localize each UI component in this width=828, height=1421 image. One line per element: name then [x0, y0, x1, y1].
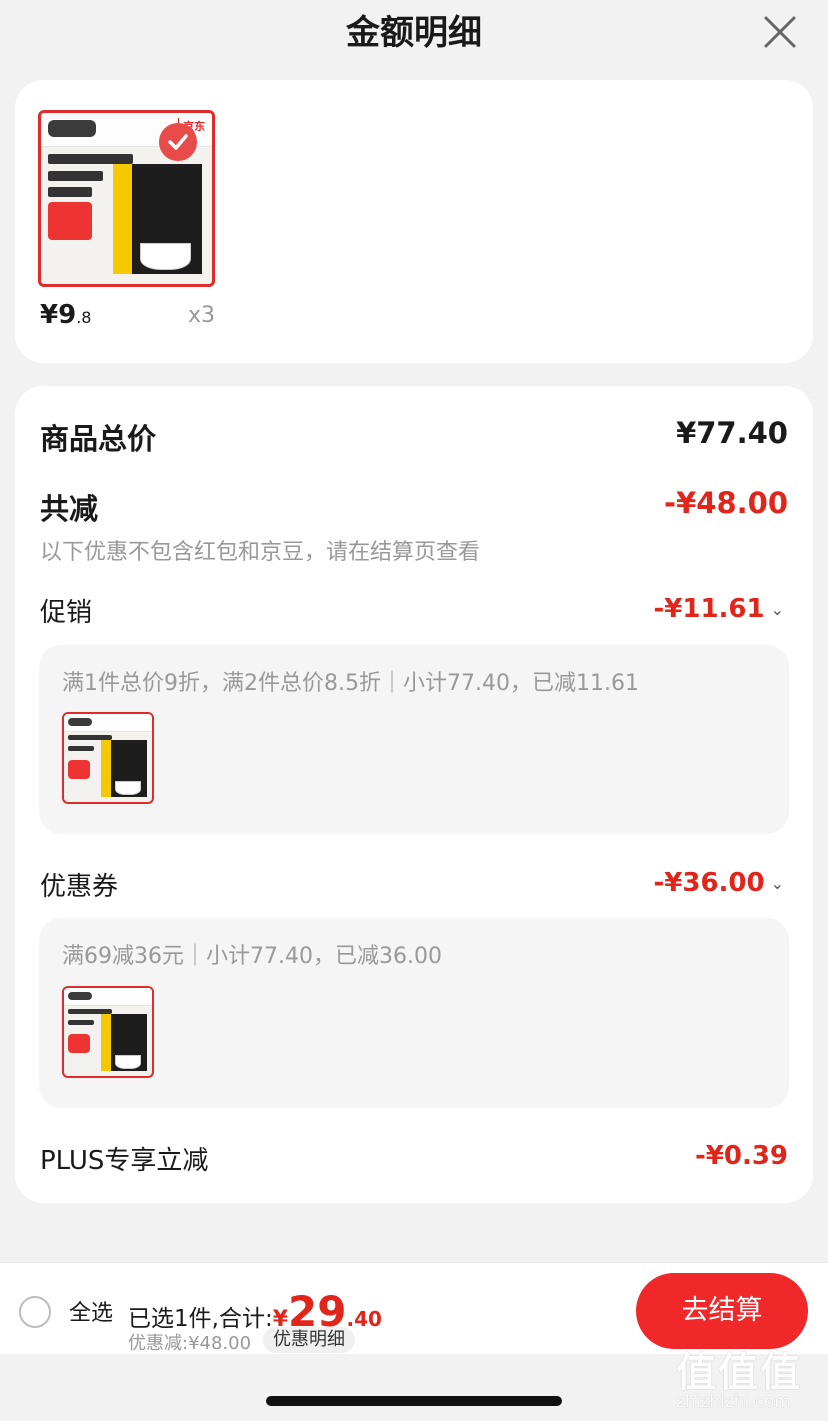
product-price-dec: .8	[76, 308, 92, 327]
total-price-label: 商品总价	[40, 422, 157, 456]
coupon-detail-text: 满69减36元｜小计77.40，已减36.00	[62, 944, 442, 969]
promotion-toggle[interactable]: -¥11.61 ⌄	[653, 594, 784, 624]
checkout-button[interactable]: 去结算	[636, 1273, 808, 1349]
promotion-label: 促销	[40, 598, 93, 628]
home-indicator[interactable]	[266, 1396, 562, 1406]
discount-amount: 优惠减:¥48.00	[128, 1333, 252, 1354]
watermark: 值值值 zhizhizhi.com	[676, 1340, 822, 1416]
coupon-value: -¥36.00	[653, 868, 765, 898]
watermark-logo: 值值值	[676, 1350, 802, 1396]
discount-note: 以下优惠不包含红包和京豆，请在结算页查看	[40, 540, 481, 565]
close-icon[interactable]	[760, 12, 800, 52]
discount-detail-button[interactable]: 优惠明细	[263, 1327, 355, 1353]
total-reduce-label: 共减	[40, 492, 99, 526]
product-quantity: x3	[188, 303, 216, 328]
coupon-product-image	[62, 986, 154, 1078]
total-reduce-value: -¥48.00	[664, 486, 788, 520]
product-image[interactable]: 京东	[38, 110, 215, 287]
page-title: 金额明细	[346, 13, 482, 53]
plus-discount-label: PLUS专享立减	[40, 1146, 209, 1176]
promotion-product-image	[62, 712, 154, 804]
total-amount-dec: .40	[346, 1307, 382, 1331]
coupon-label: 优惠券	[40, 872, 119, 902]
promotion-value: -¥11.61	[653, 594, 765, 624]
check-icon	[159, 123, 197, 161]
promotion-detail-text: 满1件总价9折，满2件总价8.5折｜小计77.40，已减11.61	[62, 671, 639, 696]
product-price-int: ¥9	[40, 300, 77, 330]
product-price: ¥9.8	[40, 300, 91, 330]
watermark-url: zhizhizhi.com	[676, 1392, 791, 1412]
chevron-down-icon: ⌄	[770, 874, 784, 893]
select-all-label[interactable]: 全选	[69, 1295, 113, 1327]
plus-discount-value: -¥0.39	[694, 1141, 788, 1171]
total-price-value: ¥77.40	[676, 416, 788, 450]
select-all-radio[interactable]	[19, 1296, 51, 1328]
coupon-toggle[interactable]: -¥36.00 ⌄	[653, 868, 784, 898]
chevron-down-icon: ⌄	[770, 600, 784, 619]
